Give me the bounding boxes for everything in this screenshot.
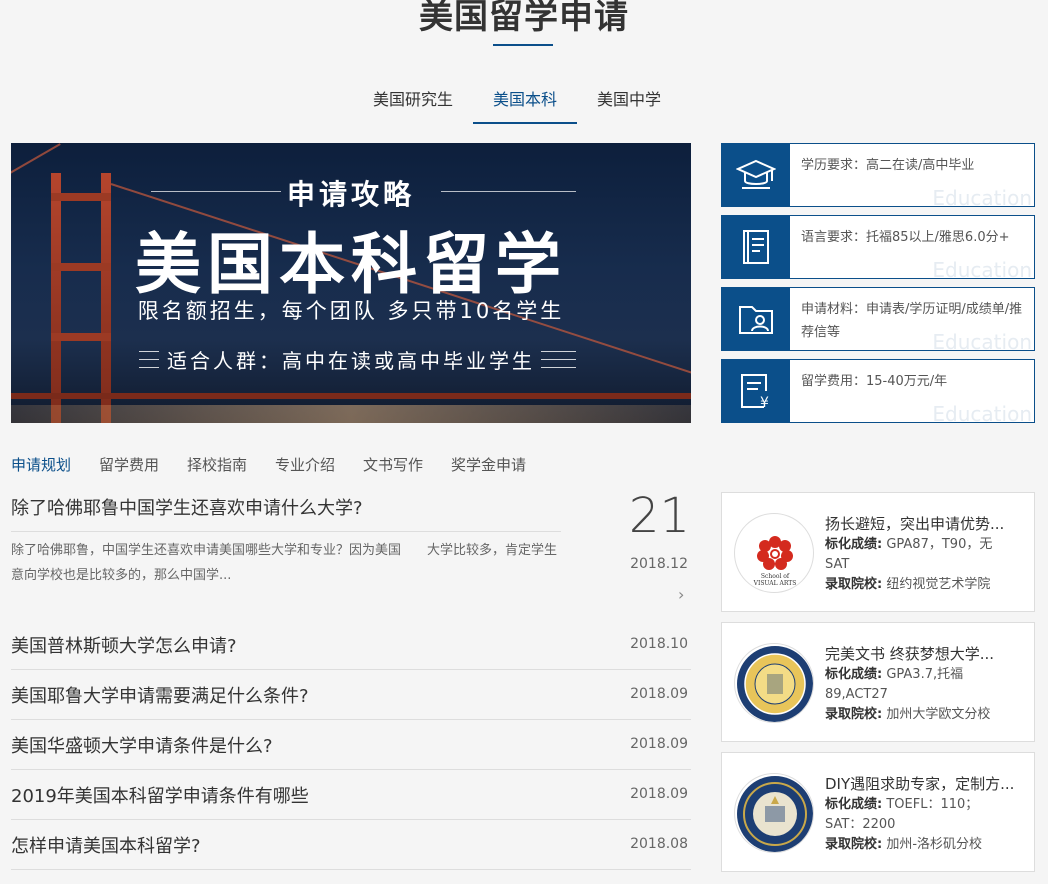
requirement-education: 学历要求：高二在读/高中毕业 Education (721, 143, 1035, 207)
tab-high-school[interactable]: 美国中学 (587, 82, 671, 124)
uc-seal-blue-logo (734, 773, 814, 853)
featured-date-month: 2018.12 (630, 556, 688, 572)
news-date: 2018.09 (630, 686, 688, 702)
svg-text:¥: ¥ (760, 395, 769, 411)
news-date: 2018.10 (630, 636, 688, 652)
page-title: 美国留学申请 (419, 0, 629, 37)
case-school: 录取院校: 纽约视觉艺术学院 (825, 577, 991, 592)
banner-subtitle: 申请攻略 (286, 178, 415, 211)
tab-graduate[interactable]: 美国研究生 (363, 82, 463, 124)
case-title[interactable]: DIY遇阻求助专家，定制方... (825, 773, 1030, 794)
uc-seal-gold-logo (734, 643, 814, 723)
case-title[interactable]: 完美文书 终获梦想大学... (825, 643, 1030, 664)
fee-invoice-icon: ¥ (741, 374, 769, 411)
tab-undergraduate[interactable]: 美国本科 (473, 82, 577, 124)
requirement-text: 学历要求：高二在读/高中毕业 (801, 158, 975, 173)
title-underline (493, 44, 553, 46)
logo-text: School of (761, 573, 790, 580)
featured-article-summary: 除了哈佛耶鲁，中国学生还喜欢申请美国哪些大学和专业？因为美国 大学比较多，肯定学… (11, 543, 558, 583)
requirement-materials: 申请材料：申请表/学历证明/成绩单/推荐信等 Education (721, 287, 1035, 351)
school-of-visual-arts-logo: School of VISUAL ARTS (734, 513, 814, 593)
case-score: 标化成绩: TOEFL：110；SAT：2200 (825, 797, 979, 832)
banner-audience: 适合人群：高中在读或高中毕业学生 (167, 349, 535, 373)
news-title[interactable]: 美国耶鲁大学申请需要满足什么条件? (11, 682, 309, 708)
hero-banner[interactable]: 申请攻略 美国本科留学 限名额招生，每个团队 多只带10名学生 适合人群：高中在… (11, 143, 691, 423)
requirement-text: 语言要求：托福85以上/雅思6.0分+ (801, 230, 1010, 245)
case-score: 标化成绩: GPA3.7,托福89,ACT27 (825, 667, 964, 702)
tab-scholarship[interactable]: 奖学金申请 (451, 454, 526, 475)
featured-date-day: 21 (628, 488, 690, 544)
featured-article-title[interactable]: 除了哈佛耶鲁中国学生还喜欢申请什么大学? (11, 494, 561, 520)
news-title[interactable]: 怎样申请美国本科留学? (11, 832, 201, 858)
tab-majors[interactable]: 专业介绍 (275, 454, 335, 475)
requirement-watermark: Education (932, 402, 1032, 423)
requirement-watermark: Education (932, 186, 1032, 207)
requirement-watermark: Education (932, 330, 1032, 351)
banner-headline: 美国本科留学 (135, 226, 567, 303)
book-icon (743, 230, 769, 264)
program-tabs: 美国研究生 美国本科 美国中学 (0, 82, 1048, 124)
news-title[interactable]: 2019年美国本科留学申请条件有哪些 (11, 782, 309, 808)
tab-school-selection[interactable]: 择校指南 (187, 454, 247, 475)
news-list-item[interactable]: 美国普林斯顿大学怎么申请? 2018.10 (11, 620, 691, 670)
success-case-card[interactable]: DIY遇阻求助专家，定制方... 标化成绩: TOEFL：110；SAT：220… (721, 752, 1035, 872)
news-list-item[interactable]: 美国华盛顿大学申请条件是什么? 2018.09 (11, 720, 691, 770)
news-title[interactable]: 美国华盛顿大学申请条件是什么? (11, 732, 273, 758)
news-date: 2018.08 (630, 836, 688, 852)
bridge-deck (11, 393, 691, 399)
graduation-cap-icon (736, 159, 776, 189)
requirement-language: 语言要求：托福85以上/雅思6.0分+ Education (721, 215, 1035, 279)
case-score: 标化成绩: GPA87，T90，无SAT (825, 537, 993, 572)
news-title[interactable]: 美国普林斯顿大学怎么申请? (11, 632, 237, 658)
requirement-fees: ¥ 留学费用：15-40万元/年 Education (721, 359, 1035, 423)
news-date: 2018.09 (630, 786, 688, 802)
requirement-text: 留学费用：15-40万元/年 (801, 374, 948, 389)
requirement-watermark: Education (932, 258, 1032, 279)
news-list-item[interactable]: 美国耶鲁大学申请需要满足什么条件? 2018.09 (11, 670, 691, 720)
chevron-right-icon[interactable]: › (678, 585, 684, 604)
case-school: 录取院校: 加州大学欧文分校 (825, 707, 991, 722)
news-list-item[interactable]: 怎样申请美国本科留学? 2018.08 (11, 820, 691, 870)
case-school: 录取院校: 加州-洛杉矶分校 (825, 837, 983, 852)
news-date: 2018.09 (630, 736, 688, 752)
divider (11, 531, 561, 532)
city-lights (11, 405, 691, 423)
document-folder-icon (739, 306, 773, 334)
tab-application-planning[interactable]: 申请规划 (11, 454, 71, 475)
news-list-item[interactable]: 2019年美国本科留学申请条件有哪些 2018.09 (11, 770, 691, 820)
success-case-card[interactable]: School of VISUAL ARTS 扬长避短，突出申请优势... 标化成… (721, 492, 1035, 612)
success-case-card[interactable]: 完美文书 终获梦想大学... 标化成绩: GPA3.7,托福89,ACT27 录… (721, 622, 1035, 742)
tab-study-costs[interactable]: 留学费用 (99, 454, 159, 475)
logo-text: VISUAL ARTS (753, 580, 797, 587)
case-title[interactable]: 扬长避短，突出申请优势... (825, 513, 1030, 534)
tab-essay-writing[interactable]: 文书写作 (363, 454, 423, 475)
banner-tagline: 限名额招生，每个团队 多只带10名学生 (137, 299, 565, 323)
